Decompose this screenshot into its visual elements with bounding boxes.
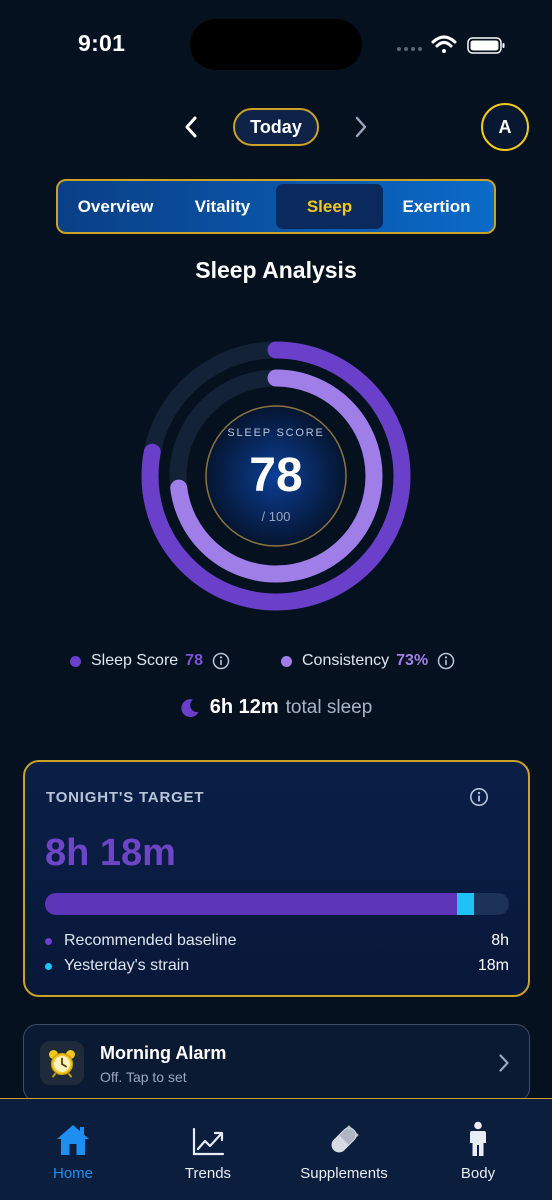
total-sleep-value: 6h 12m	[209, 696, 279, 718]
legend-consistency-label: Consistency	[302, 652, 390, 669]
sleep-score-label: SLEEP SCORE	[227, 427, 325, 439]
sleep-score-dot	[70, 655, 81, 667]
legend-consistency: Consistency 73%	[281, 650, 455, 672]
nav-body[interactable]: Body	[448, 1099, 508, 1199]
home-icon	[57, 1125, 89, 1155]
baseline-label: Recommended baseline	[64, 932, 237, 949]
strain-label: Yesterday's strain	[64, 957, 190, 974]
nav-supplements-label: Supplements	[300, 1165, 388, 1182]
nav-body-label: Body	[460, 1165, 496, 1182]
baseline-bar-segment	[45, 893, 458, 915]
chevron-right-icon	[355, 116, 367, 138]
tab-vitality[interactable]: Vitality	[169, 184, 276, 229]
section-title: Sleep Analysis	[195, 257, 357, 283]
bottom-navigation: Home Trends Supplements Body	[0, 1098, 552, 1200]
legend-sleep-score: Sleep Score 78	[70, 650, 230, 672]
tab-overview[interactable]: Overview	[62, 184, 169, 229]
strain-row: Yesterday's strain 18m	[45, 957, 509, 975]
info-icon[interactable]	[469, 787, 489, 807]
strain-value: 18m	[477, 957, 509, 974]
category-tabs: Overview Vitality Sleep Exertion	[56, 179, 496, 234]
tonights-target-card: TONIGHT'S TARGET 8h 18m Recommended base…	[23, 760, 530, 997]
wifi-icon	[431, 35, 457, 53]
nav-home[interactable]: Home	[38, 1099, 108, 1199]
date-selector-pill[interactable]: Today	[233, 108, 319, 146]
profile-avatar[interactable]: A	[481, 103, 529, 151]
pill-icon	[331, 1125, 359, 1153]
legend-sleep-score-label: Sleep Score	[91, 652, 179, 669]
strain-dot	[45, 962, 52, 970]
battery-icon	[467, 37, 505, 54]
total-sleep: 6h 12m total sleep	[0, 696, 552, 719]
previous-day-button[interactable]	[176, 110, 206, 144]
moon-icon	[181, 698, 199, 717]
strain-bar-segment	[457, 893, 475, 915]
alarm-subtitle: Off. Tap to set	[100, 1069, 187, 1085]
target-card-title: TONIGHT'S TARGET	[46, 789, 205, 806]
sleep-score-max: / 100	[261, 509, 291, 524]
sleep-score-value: 78	[249, 449, 303, 502]
body-icon	[470, 1121, 486, 1156]
morning-alarm-card[interactable]: Morning Alarm Off. Tap to set	[23, 1024, 530, 1102]
alarm-title: Morning Alarm	[100, 1043, 227, 1063]
target-sleep-value: 8h 18m	[45, 832, 176, 874]
baseline-value: 8h	[491, 932, 509, 949]
nav-home-label: Home	[52, 1165, 93, 1182]
info-icon[interactable]	[437, 652, 455, 670]
total-sleep-suffix: total sleep	[285, 696, 373, 718]
next-day-button[interactable]	[346, 110, 376, 144]
consistency-dot	[281, 655, 292, 667]
alarm-clock-icon	[40, 1041, 84, 1085]
tab-exertion[interactable]: Exertion	[383, 184, 490, 229]
info-icon[interactable]	[212, 652, 230, 670]
status-icons	[397, 35, 505, 54]
chevron-left-icon	[185, 116, 197, 138]
baseline-row: Recommended baseline 8h	[45, 932, 509, 950]
legend-sleep-score-value: 78	[185, 652, 203, 669]
status-time: 9:01	[78, 30, 126, 56]
nav-trends-label: Trends	[184, 1165, 232, 1182]
target-breakdown-bar	[45, 893, 509, 915]
nav-supplements[interactable]: Supplements	[288, 1099, 400, 1199]
baseline-dot	[45, 937, 52, 945]
legend-consistency-value: 73%	[396, 652, 429, 669]
tab-sleep[interactable]: Sleep	[276, 184, 383, 229]
dynamic-island	[190, 19, 362, 70]
cellular-icon	[397, 47, 422, 51]
nav-trends[interactable]: Trends	[168, 1099, 248, 1199]
chevron-right-icon	[499, 1054, 509, 1072]
trends-icon	[192, 1127, 225, 1156]
